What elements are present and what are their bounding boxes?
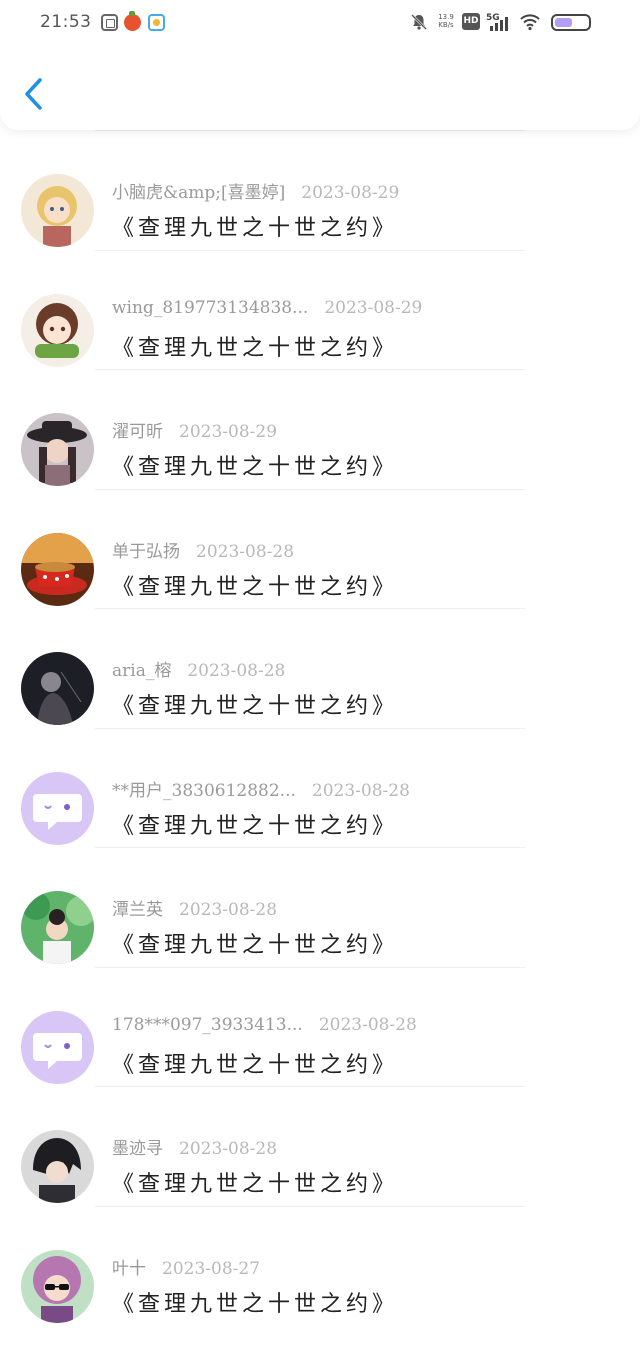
list-item-8[interactable]: 墨迹寻 2023-08-28 《查理九世之十世之约》 <box>0 1086 640 1206</box>
item-content: 《查理九世之十世之约》 <box>112 933 399 958</box>
list-item-6[interactable]: 潭兰英 2023-08-28 《查理九世之十世之约》 <box>0 847 640 967</box>
avatar-anime-boy-brown-hair[interactable] <box>21 293 94 367</box>
item-meta: **用户_3830612882... 2023-08-28 <box>112 776 410 801</box>
item-content: 《查理九世之十世之约》 <box>112 574 399 600</box>
date: 2023-08-28 <box>179 900 278 920</box>
network-speed: 13.9 KB/s <box>436 13 456 29</box>
date: 2023-08-29 <box>179 422 278 442</box>
item-content: 《查理九世之十世之约》 <box>112 813 399 839</box>
list-item-1[interactable]: wing_819773134838... 2023-08-29 《查理九世之十世之… <box>0 249 640 370</box>
username[interactable]: **用户_3830612882... <box>112 781 296 801</box>
signal-icon: 5G <box>486 13 514 33</box>
item-content: 《查理九世之十世之约》 <box>112 216 399 241</box>
item-content: 《查理九世之十世之约》 <box>112 1172 399 1197</box>
item-meta: wing_819773134838... 2023-08-29 <box>112 298 422 318</box>
list-item-3[interactable]: 单于弘扬 2023-08-28 《查理九世之十世之约》 <box>0 488 640 609</box>
chevron-left-icon <box>25 78 42 110</box>
divider <box>95 847 525 848</box>
divider <box>95 369 525 370</box>
default-avatar-chat-bubble-icon[interactable] <box>21 771 94 845</box>
username[interactable]: wing_819773134838... <box>112 298 308 318</box>
battery-icon <box>551 14 591 31</box>
speed-value: 13.9 <box>438 13 454 21</box>
avatar-anime-girl-pink-sunglasses[interactable] <box>21 1249 94 1323</box>
divider <box>95 1205 525 1207</box>
item-meta: 小脑虎&amp;[喜墨婷] 2023-08-29 <box>112 178 399 203</box>
item-content: 《查理九世之十世之约》 <box>112 694 399 719</box>
list-item-5[interactable]: **用户_3830612882... 2023-08-28 《查理九世之十世之约》 <box>0 727 640 848</box>
top-header: 21:53 13.9 KB/s HD 5G <box>0 0 640 130</box>
list-item-0[interactable]: 小脑虎&amp;[喜墨婷] 2023-08-29 《查理九世之十世之约》 <box>0 130 640 250</box>
mute-bell-icon <box>410 13 428 31</box>
speed-unit: KB/s <box>438 21 454 29</box>
avatar-anime-boy-dark[interactable] <box>21 1130 94 1203</box>
item-meta: 178***097_3933413... 2023-08-28 <box>112 1015 417 1035</box>
username[interactable]: 叶十 <box>112 1259 146 1279</box>
date: 2023-08-28 <box>318 1014 417 1035</box>
username[interactable]: 178***097_3933413... <box>112 1015 303 1035</box>
divider <box>95 488 525 490</box>
wifi-icon <box>520 13 540 31</box>
item-meta: 濯可昕 2023-08-29 <box>112 417 277 442</box>
comment-list: 小脑虎&amp;[喜墨婷] 2023-08-29 《查理九世之十世之约》 wing… <box>0 130 640 1325</box>
item-meta: 单于弘扬 2023-08-28 <box>112 537 294 562</box>
username[interactable]: 墨迹寻 <box>112 1139 163 1159</box>
item-meta: 墨迹寻 2023-08-28 <box>112 1134 277 1159</box>
item-meta: 叶十 2023-08-27 <box>112 1254 260 1279</box>
avatar-child-green-leaves[interactable] <box>21 891 94 964</box>
divider <box>95 727 525 729</box>
notification-app-icon <box>101 14 118 31</box>
divider <box>95 608 525 609</box>
item-content: 《查理九世之十世之约》 <box>112 455 399 480</box>
date: 2023-08-28 <box>196 541 295 562</box>
divider <box>95 966 525 968</box>
list-item-4[interactable]: aria_榕 2023-08-28 《查理九世之十世之约》 <box>0 608 640 728</box>
item-meta: aria_榕 2023-08-28 <box>112 656 285 681</box>
status-time: 21:53 <box>40 12 92 32</box>
default-avatar-chat-bubble-icon[interactable] <box>21 1010 94 1084</box>
username[interactable]: 小脑虎&amp;[喜墨婷] <box>112 183 285 203</box>
date: 2023-08-28 <box>187 661 286 681</box>
back-button[interactable] <box>22 76 46 112</box>
item-content: 《查理九世之十世之约》 <box>112 1291 399 1317</box>
username[interactable]: 潭兰英 <box>112 900 163 920</box>
date: 2023-08-29 <box>301 183 400 203</box>
list-item-9[interactable]: 叶十 2023-08-27 《查理九世之十世之约》 <box>0 1205 640 1326</box>
status-bar: 21:53 13.9 KB/s HD 5G <box>0 0 640 46</box>
date: 2023-08-28 <box>179 1139 278 1159</box>
list-item-7[interactable]: 178***097_3933413... 2023-08-28 《查理九世之十世之… <box>0 966 640 1087</box>
notification-game-icon <box>124 11 141 31</box>
item-content: 《查理九世之十世之约》 <box>112 1052 399 1078</box>
date: 2023-08-29 <box>324 297 423 318</box>
divider <box>95 130 525 131</box>
list-item-2[interactable]: 濯可昕 2023-08-29 《查理九世之十世之约》 <box>0 369 640 489</box>
avatar-dark-figure[interactable] <box>21 652 94 725</box>
username[interactable]: 濯可昕 <box>112 422 163 442</box>
avatar-anime-girl-blonde[interactable] <box>21 174 94 247</box>
avatar-red-teacup[interactable] <box>21 532 94 606</box>
hd-badge: HD <box>462 13 480 30</box>
username[interactable]: 单于弘扬 <box>112 542 180 562</box>
date: 2023-08-28 <box>311 780 410 801</box>
divider <box>95 1086 525 1087</box>
date: 2023-08-27 <box>162 1258 261 1279</box>
avatar-girl-black-hat[interactable] <box>21 413 94 486</box>
network-type: 5G <box>486 13 500 23</box>
notification-gallery-icon <box>148 14 165 31</box>
username[interactable]: aria_榕 <box>112 661 171 681</box>
divider <box>95 249 525 251</box>
item-meta: 潭兰英 2023-08-28 <box>112 895 277 920</box>
item-content: 《查理九世之十世之约》 <box>112 335 399 361</box>
